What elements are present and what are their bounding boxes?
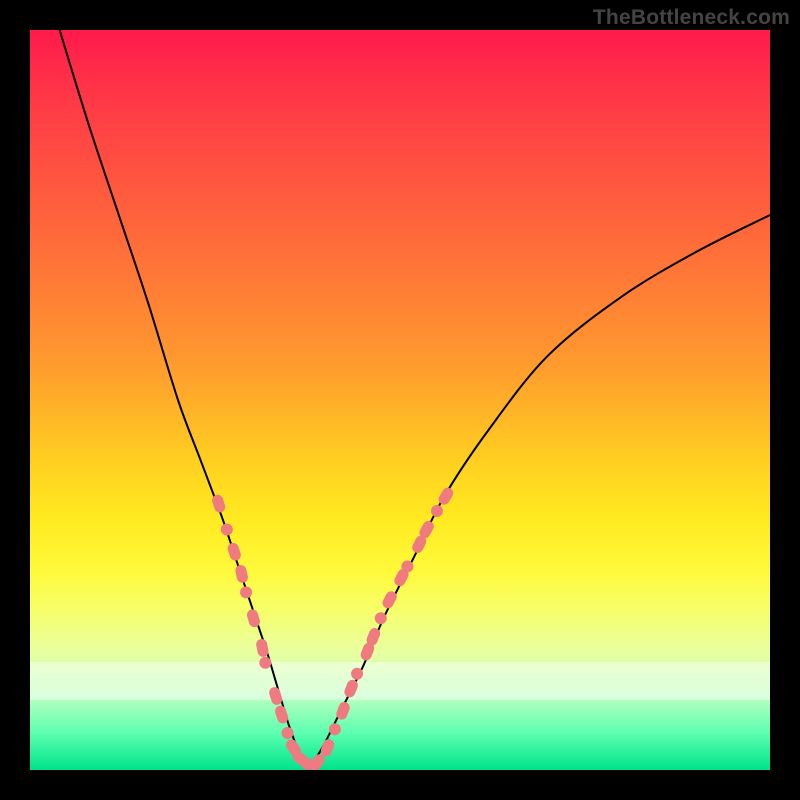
watermark-text: TheBottleneck.com bbox=[593, 6, 790, 30]
marker-dot bbox=[351, 668, 363, 680]
curve-right-branch bbox=[308, 215, 771, 770]
marker-pill bbox=[211, 493, 227, 513]
marker-pill bbox=[234, 564, 249, 584]
marker-dot bbox=[240, 586, 252, 598]
chart-stage: TheBottleneck.com bbox=[0, 0, 800, 800]
marker-dot bbox=[221, 524, 233, 536]
marker-group bbox=[211, 486, 455, 770]
plot-area bbox=[30, 30, 770, 770]
marker-pill bbox=[226, 541, 242, 562]
marker-dot bbox=[375, 612, 387, 624]
curve-left-branch bbox=[60, 30, 308, 770]
marker-dot bbox=[282, 727, 294, 739]
curve-svg bbox=[30, 30, 770, 770]
marker-dot bbox=[259, 657, 271, 669]
marker-dot bbox=[431, 505, 443, 517]
marker-pill bbox=[343, 678, 360, 699]
marker-dot bbox=[329, 723, 341, 735]
marker-dot bbox=[401, 561, 413, 573]
